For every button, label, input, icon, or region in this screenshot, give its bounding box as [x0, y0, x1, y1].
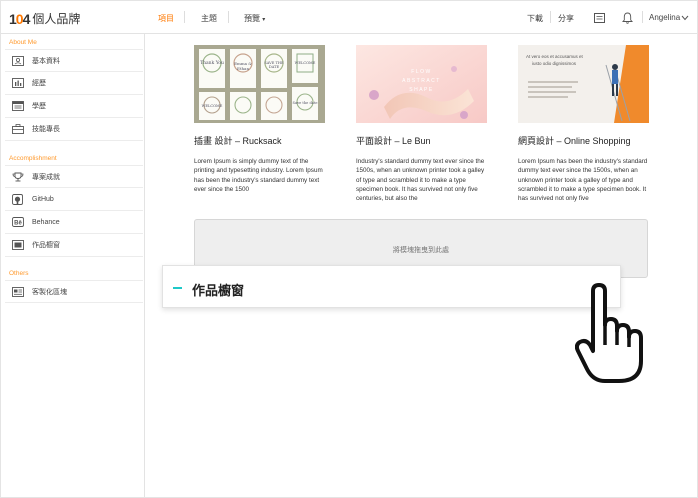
- nav-theme[interactable]: 主題: [201, 13, 217, 24]
- thumb-text: iusto odio dignissimos: [532, 61, 577, 66]
- sidebar-item-education[interactable]: 學歷: [5, 95, 143, 118]
- sidebar-item-github[interactable]: GitHub: [5, 188, 143, 211]
- section-title-others: Others: [9, 270, 29, 277]
- logo-number: 104: [9, 10, 30, 27]
- nav-divider: [228, 11, 229, 23]
- trophy-icon: [11, 171, 24, 182]
- chevron-down-icon: ▾: [262, 17, 266, 23]
- svg-text:Bē: Bē: [14, 220, 22, 226]
- thumb-text: Save the date: [292, 101, 318, 105]
- sidebar-item-custom-block[interactable]: 客製化區塊: [5, 280, 143, 303]
- logo-name: 個人品牌: [32, 12, 81, 26]
- thumb-text: WELCOME: [294, 61, 316, 65]
- thumb-text: At vero eos et accusamus et: [526, 54, 583, 59]
- dragging-block-title: 作品櫥窗: [192, 283, 245, 298]
- top-bar: 104 個人品牌 項目 主題 預覽 ▾ 下載 分享 Angelina: [1, 1, 697, 34]
- thumb-text: WELCOME: [201, 104, 223, 108]
- chart-icon: [11, 78, 24, 89]
- nav-projects[interactable]: 項目: [158, 13, 174, 24]
- thumb-text: SHAPE: [409, 87, 434, 93]
- section-title-about-me: About Me: [9, 39, 37, 46]
- share-button[interactable]: 分享: [558, 13, 574, 24]
- card-description: Industry's standard dummy text ever sinc…: [356, 158, 485, 203]
- portfolio-card[interactable]: At vero eos et accusamus et iusto odio d…: [518, 45, 649, 203]
- sidebar-item-label: 客製化區塊: [32, 288, 67, 296]
- sidebar-item-label: 基本資料: [32, 57, 60, 65]
- thumb-text: FLOW: [411, 69, 432, 75]
- thumb-text: Thank You: [200, 61, 224, 66]
- github-icon: [11, 193, 24, 205]
- chevron-down-icon[interactable]: [678, 11, 692, 25]
- sidebar-item-label: 學歷: [32, 103, 46, 110]
- sidebar-item-portfolio[interactable]: 作品櫥窗: [5, 234, 143, 257]
- sidebar-item-label: 經歷: [32, 80, 46, 87]
- sidebar-item-experience[interactable]: 經歷: [5, 72, 143, 95]
- drop-zone-hint: 將模塊拖曳到此處: [393, 247, 449, 254]
- card-title: 平面設計 – Le Bun: [356, 136, 431, 146]
- user-menu[interactable]: Angelina: [649, 13, 680, 22]
- nav-divider: [642, 11, 643, 23]
- drag-handle-icon: [173, 287, 182, 289]
- nav-divider: [184, 11, 185, 23]
- bell-icon[interactable]: [620, 11, 634, 25]
- logo[interactable]: 104 個人品牌: [9, 10, 80, 27]
- behance-icon: Bē: [11, 217, 24, 228]
- thumb-text: ABSTRACT: [402, 78, 441, 84]
- nav-preview[interactable]: 預覽 ▾: [244, 13, 265, 24]
- sidebar-item-basic-info[interactable]: 基本資料: [5, 49, 143, 72]
- thumb-text: SAVE THE DATE: [264, 61, 284, 69]
- nav-divider: [550, 11, 551, 23]
- card-thumbnail-illustration: Thank You Emma & Ethan SAVE THE DATE WEL…: [194, 45, 325, 123]
- thumb-text: Emma & Ethan: [234, 61, 252, 71]
- card-description: Lorem Ipsum has been the industry's stan…: [518, 158, 648, 203]
- card-title: 插畫 設計 – Rucksack: [194, 136, 282, 146]
- download-button[interactable]: 下載: [527, 13, 543, 24]
- card-thumbnail-graphic: FLOW ABSTRACT SHAPE: [356, 45, 487, 123]
- card-thumbnail-web: At vero eos et accusamus et iusto odio d…: [518, 45, 649, 123]
- sidebar-item-label: 作品櫥窗: [32, 242, 60, 249]
- card-description: Lorem Ipsum is simply dummy text of the …: [194, 158, 323, 193]
- message-icon[interactable]: [592, 11, 606, 25]
- sidebar-item-label: GitHub: [32, 195, 54, 203]
- id-card-icon: [11, 55, 24, 66]
- sidebar-item-label: 專案成就: [32, 173, 60, 181]
- custom-block-icon: [11, 286, 24, 297]
- document-icon: [11, 101, 24, 112]
- section-title-accomplishment: Accomplishment: [9, 155, 57, 162]
- sidebar-item-projects[interactable]: 專案成就: [5, 165, 143, 188]
- dragging-block[interactable]: 作品櫥窗: [162, 265, 621, 308]
- sidebar-item-skills[interactable]: 技能專長: [5, 118, 143, 141]
- sidebar-item-behance[interactable]: Bē Behance: [5, 211, 143, 234]
- portfolio-card[interactable]: Thank You Emma & Ethan SAVE THE DATE WEL…: [194, 45, 325, 194]
- hand-cursor-icon: [574, 283, 647, 390]
- portfolio-card[interactable]: FLOW ABSTRACT SHAPE 平面設計 – Le Bun Indust…: [356, 45, 487, 203]
- card-title: 網頁設計 – Online Shopping: [518, 136, 631, 146]
- briefcase-icon: [11, 124, 24, 135]
- sidebar-item-label: 技能專長: [32, 126, 60, 133]
- sidebar-item-label: Behance: [32, 218, 60, 226]
- image-icon: [11, 240, 24, 251]
- sidebar: About Me 基本資料 經歷 學歷 技能專長 Accomplishment …: [1, 34, 145, 497]
